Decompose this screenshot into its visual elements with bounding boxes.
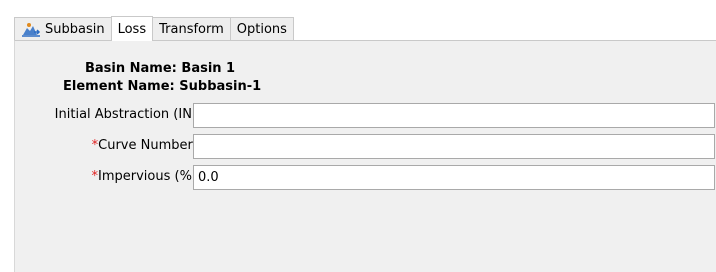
curve-number-label: *Curve Number: [91, 138, 197, 153]
component-editor: Subbasin Loss Transform Options Basin Na… [0, 0, 716, 272]
subbasin-icon [21, 22, 41, 38]
basin-name-label: Basin Name: [85, 61, 177, 76]
tab-loss-label: Loss [117, 21, 147, 37]
curve-number-row: *Curve Number: [15, 134, 716, 160]
initial-abstraction-input[interactable] [193, 103, 715, 128]
initial-abstraction-label: Initial Abstraction (IN) [54, 107, 197, 122]
tab-transform[interactable]: Transform [152, 17, 231, 41]
impervious-row: *Impervious (%) [15, 165, 716, 191]
tab-options[interactable]: Options [229, 17, 294, 41]
basin-name-row: Basin Name: Basin 1 [85, 61, 235, 76]
initial-abstraction-row: Initial Abstraction (IN) [15, 103, 716, 129]
tab-transform-label: Transform [159, 22, 224, 37]
tab-loss[interactable]: Loss [110, 16, 154, 41]
element-name-label: Element Name: [63, 79, 175, 94]
loss-panel: Basin Name: Basin 1 Element Name: Subbas… [14, 40, 716, 272]
element-name-row: Element Name: Subbasin-1 [63, 79, 261, 94]
tab-subbasin[interactable]: Subbasin [14, 17, 112, 41]
impervious-label: *Impervious (%) [91, 169, 198, 184]
curve-number-input[interactable] [193, 134, 715, 159]
element-name-value: Subbasin-1 [179, 79, 262, 94]
basin-name-value: Basin 1 [181, 61, 236, 76]
tab-bar: Subbasin Loss Transform Options [14, 16, 294, 41]
tab-options-label: Options [236, 22, 287, 37]
impervious-input[interactable] [193, 165, 715, 190]
tab-subbasin-label: Subbasin [45, 22, 105, 37]
